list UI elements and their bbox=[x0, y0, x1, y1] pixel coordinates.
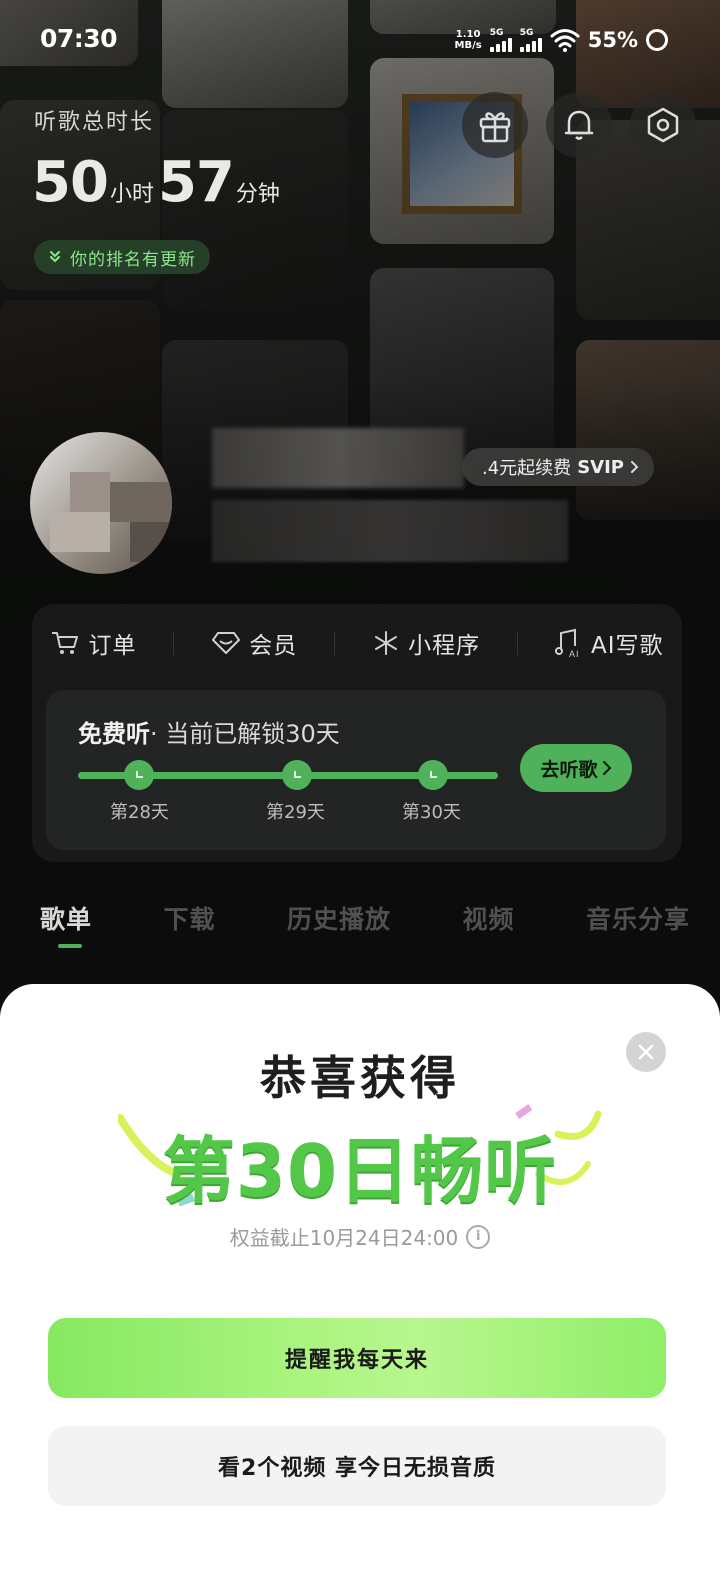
signal-icon: 5G bbox=[489, 28, 512, 52]
validity-note: 权益截止10月24日24:00 i bbox=[0, 1222, 720, 1251]
total-listen-label: 听歌总时长 bbox=[34, 110, 155, 135]
quick-actions: 订单 会员 小程序 AI AI写歌 bbox=[32, 626, 682, 660]
day-node bbox=[282, 760, 312, 790]
net-speed: 1.10 MB/s bbox=[454, 29, 482, 51]
profile-tabs: 歌单 下载 历史播放 视频 音乐分享 bbox=[40, 900, 690, 948]
tab-videos[interactable]: 视频 bbox=[462, 900, 514, 936]
tab-playlists[interactable]: 歌单 bbox=[40, 900, 92, 948]
quick-action-orders[interactable]: 订单 bbox=[50, 626, 136, 660]
member-card: 订单 会员 小程序 AI AI写歌 免费听· 当前已解锁30天 第28天 第29… bbox=[32, 604, 682, 862]
day-label: 第28天 bbox=[110, 802, 169, 823]
status-time: 07:30 bbox=[40, 24, 118, 53]
remind-daily-button[interactable]: 提醒我每天来 bbox=[48, 1318, 666, 1398]
username-mosaic bbox=[212, 428, 464, 488]
go-listen-button[interactable]: 去听歌 bbox=[520, 744, 632, 792]
watch-videos-button[interactable]: 看2个视频 享今日无损音质 bbox=[48, 1426, 666, 1506]
battery-percent: 55% bbox=[587, 28, 638, 52]
quick-action-membership[interactable]: 会员 bbox=[211, 626, 297, 660]
clock-icon bbox=[430, 771, 437, 778]
avatar[interactable] bbox=[30, 432, 172, 574]
rank-update-pill[interactable]: 你的排名有更新 bbox=[34, 240, 210, 274]
diamond-icon bbox=[212, 632, 241, 654]
battery-icon bbox=[646, 29, 668, 51]
free-listen-title: 免费听· 当前已解锁30天 bbox=[78, 720, 340, 748]
wifi-icon bbox=[550, 29, 580, 52]
clock-icon bbox=[136, 771, 143, 778]
info-icon[interactable]: i bbox=[466, 1224, 491, 1249]
quick-action-mini-program[interactable]: 小程序 bbox=[372, 626, 480, 660]
reward-title: 第30日畅听 bbox=[162, 1129, 558, 1213]
day-node bbox=[418, 760, 448, 790]
reward-popup: 恭喜获得 第30日畅听 权益截止10月24日24:00 i 提醒我每天来 看2个… bbox=[0, 984, 720, 1584]
chevron-right-icon bbox=[602, 761, 611, 775]
status-icons: 1.10 MB/s 5G 5G 55% bbox=[455, 24, 668, 56]
day-label: 第30天 bbox=[402, 802, 461, 823]
day-label: 第29天 bbox=[266, 802, 325, 823]
quick-action-ai-songwriting[interactable]: AI AI写歌 bbox=[554, 626, 664, 660]
tab-music-share[interactable]: 音乐分享 bbox=[586, 900, 690, 936]
tab-downloads[interactable]: 下载 bbox=[163, 900, 215, 936]
tab-history[interactable]: 历史播放 bbox=[287, 900, 391, 936]
asterisk-icon bbox=[375, 631, 398, 655]
svg-text:AI: AI bbox=[569, 649, 580, 658]
notification-button[interactable] bbox=[546, 92, 612, 158]
chevron-double-down-icon bbox=[50, 251, 60, 263]
cart-icon bbox=[52, 632, 79, 654]
gift-button[interactable] bbox=[462, 92, 528, 158]
free-listen-panel: 免费听· 当前已解锁30天 第28天 第29天 第30天 去听歌 bbox=[46, 690, 666, 850]
signal-icon: 5G bbox=[519, 28, 542, 52]
popup-title: 恭喜获得 bbox=[260, 1051, 460, 1105]
chevron-right-icon bbox=[630, 461, 639, 473]
user-info-mosaic bbox=[212, 500, 568, 562]
svip-renew-button[interactable]: .4元起续费 SVIP bbox=[462, 448, 654, 486]
gift-icon bbox=[479, 112, 511, 143]
settings-icon bbox=[647, 107, 679, 143]
clock-icon bbox=[294, 771, 301, 778]
bell-icon bbox=[564, 110, 594, 140]
day-node bbox=[124, 760, 154, 790]
ai-music-icon: AI bbox=[554, 628, 580, 658]
total-listen-duration: 50 小时 57 分钟 bbox=[32, 150, 280, 215]
settings-button[interactable] bbox=[630, 92, 696, 158]
header-actions bbox=[462, 92, 696, 158]
